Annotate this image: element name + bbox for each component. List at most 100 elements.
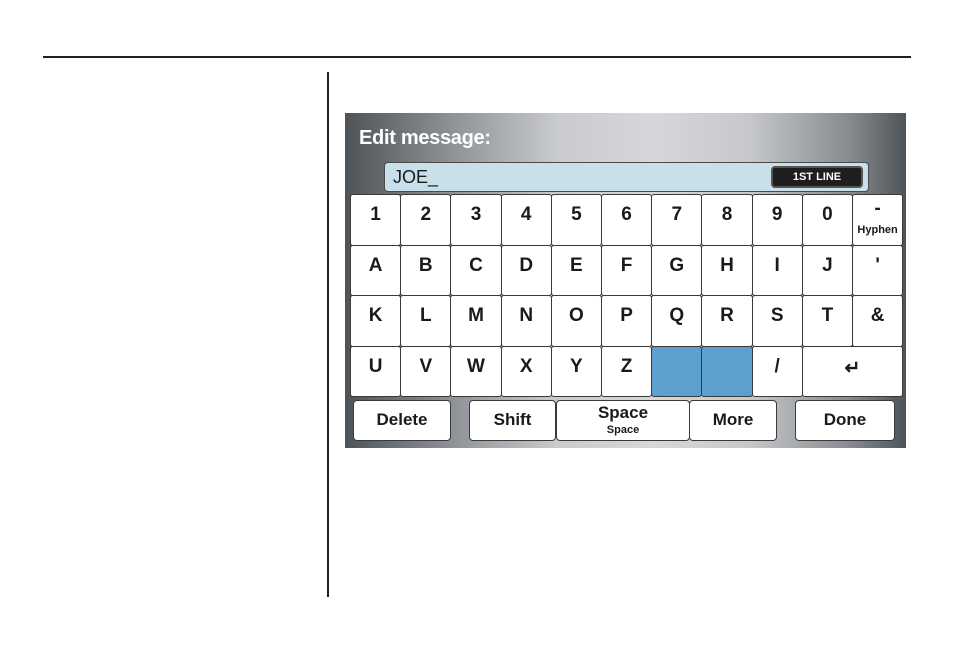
- key-label: 9: [771, 204, 783, 225]
- key-label: 4: [520, 204, 532, 225]
- shift-button[interactable]: Shift: [469, 400, 556, 441]
- key-8[interactable]: 8: [701, 194, 753, 246]
- more-button[interactable]: More: [689, 400, 777, 441]
- key-3[interactable]: 3: [450, 194, 502, 246]
- key-9[interactable]: 9: [751, 194, 803, 246]
- key-label: X: [519, 355, 533, 377]
- space-button[interactable]: Space Space: [556, 400, 690, 441]
- key-R[interactable]: R: [701, 295, 753, 347]
- key-E[interactable]: E: [550, 244, 602, 296]
- key-label: P: [620, 305, 633, 326]
- key-label: &: [870, 305, 885, 326]
- key-label: Q: [669, 305, 685, 326]
- key-7[interactable]: 7: [651, 194, 703, 246]
- key-label: U: [368, 355, 383, 377]
- slash-key[interactable]: /: [751, 345, 803, 397]
- key-0[interactable]: 0: [801, 194, 853, 246]
- line-select-button[interactable]: 1ST LINE: [771, 166, 863, 188]
- keyboard-grid: 1 2 3 4 5 6 7 8 9 0 - Hyphen A B C D E F G H I J ' K L M N O P Q R S T & U…: [350, 194, 904, 397]
- key-S[interactable]: S: [751, 295, 803, 347]
- key-6[interactable]: 6: [601, 194, 653, 246]
- key-label: H: [720, 254, 734, 276]
- key-X[interactable]: X: [500, 345, 552, 397]
- ampersand-key[interactable]: &: [852, 295, 904, 347]
- space-sublabel: Space: [606, 424, 640, 436]
- key-H[interactable]: H: [701, 244, 753, 296]
- space-label: Space: [597, 403, 649, 422]
- enter-key[interactable]: ↵: [801, 345, 904, 397]
- key-Z[interactable]: Z: [601, 345, 653, 397]
- key-label: 1: [370, 204, 381, 225]
- key-label: ': [875, 254, 880, 276]
- key-label: 7: [671, 204, 683, 225]
- key-label: 2: [420, 204, 432, 225]
- column-divider: [327, 72, 329, 597]
- key-B[interactable]: B: [400, 244, 452, 296]
- key-N[interactable]: N: [500, 295, 552, 347]
- key-U[interactable]: U: [350, 345, 402, 397]
- key-Y[interactable]: Y: [550, 345, 602, 397]
- key-label: B: [418, 254, 433, 276]
- key-label: /: [774, 355, 780, 377]
- key-D[interactable]: D: [500, 244, 552, 296]
- key-label: G: [669, 254, 685, 276]
- key-K[interactable]: K: [350, 295, 402, 347]
- key-label: Z: [620, 355, 633, 377]
- key-A[interactable]: A: [350, 244, 402, 296]
- delete-label: Delete: [376, 410, 428, 429]
- key-label: O: [569, 305, 584, 326]
- key-4[interactable]: 4: [500, 194, 552, 246]
- key-label: A: [368, 254, 383, 276]
- key-label: R: [720, 305, 734, 326]
- screen-title: Edit message:: [359, 127, 491, 149]
- key-label: 3: [470, 204, 482, 225]
- key-label: 0: [822, 204, 833, 225]
- key-label: K: [368, 305, 383, 326]
- key-C[interactable]: C: [450, 244, 502, 296]
- message-input-value: JOE_: [393, 167, 439, 187]
- done-label: Done: [823, 410, 867, 429]
- key-label: -: [874, 198, 881, 219]
- key-I[interactable]: I: [751, 244, 803, 296]
- key-label: T: [821, 305, 834, 326]
- shift-label: Shift: [493, 410, 532, 429]
- key-G[interactable]: G: [651, 244, 703, 296]
- key-label: V: [419, 355, 433, 377]
- key-label: 6: [621, 204, 632, 225]
- key-P[interactable]: P: [601, 295, 653, 347]
- key-label: W: [467, 355, 485, 377]
- key-label: M: [468, 305, 484, 326]
- key-W[interactable]: W: [450, 345, 502, 397]
- more-label: More: [712, 410, 754, 429]
- key-label: 8: [721, 204, 733, 225]
- hyphen-key[interactable]: - Hyphen: [852, 194, 904, 246]
- key-O[interactable]: O: [550, 295, 602, 347]
- key-label: J: [822, 254, 833, 276]
- key-F[interactable]: F: [601, 244, 653, 296]
- key-label: Y: [570, 355, 583, 377]
- enter-icon: ↵: [844, 357, 861, 379]
- key-5[interactable]: 5: [550, 194, 602, 246]
- blank-key[interactable]: [701, 345, 753, 397]
- key-label: C: [469, 254, 483, 276]
- key-1[interactable]: 1: [350, 194, 402, 246]
- done-button[interactable]: Done: [795, 400, 895, 441]
- key-label: E: [570, 254, 583, 276]
- key-M[interactable]: M: [450, 295, 502, 347]
- key-Q[interactable]: Q: [651, 295, 703, 347]
- blank-key[interactable]: [651, 345, 703, 397]
- key-L[interactable]: L: [400, 295, 452, 347]
- apostrophe-key[interactable]: ': [852, 244, 904, 296]
- key-label: F: [620, 254, 633, 276]
- key-label: I: [774, 254, 780, 276]
- key-label: 5: [571, 204, 582, 225]
- delete-button[interactable]: Delete: [353, 400, 451, 441]
- message-input[interactable]: JOE_ 1ST LINE: [384, 162, 869, 192]
- top-rule: [43, 56, 911, 58]
- key-J[interactable]: J: [801, 244, 853, 296]
- key-T[interactable]: T: [801, 295, 853, 347]
- key-V[interactable]: V: [400, 345, 452, 397]
- key-label: L: [419, 305, 432, 326]
- key-sublabel: Hyphen: [857, 224, 898, 236]
- key-2[interactable]: 2: [400, 194, 452, 246]
